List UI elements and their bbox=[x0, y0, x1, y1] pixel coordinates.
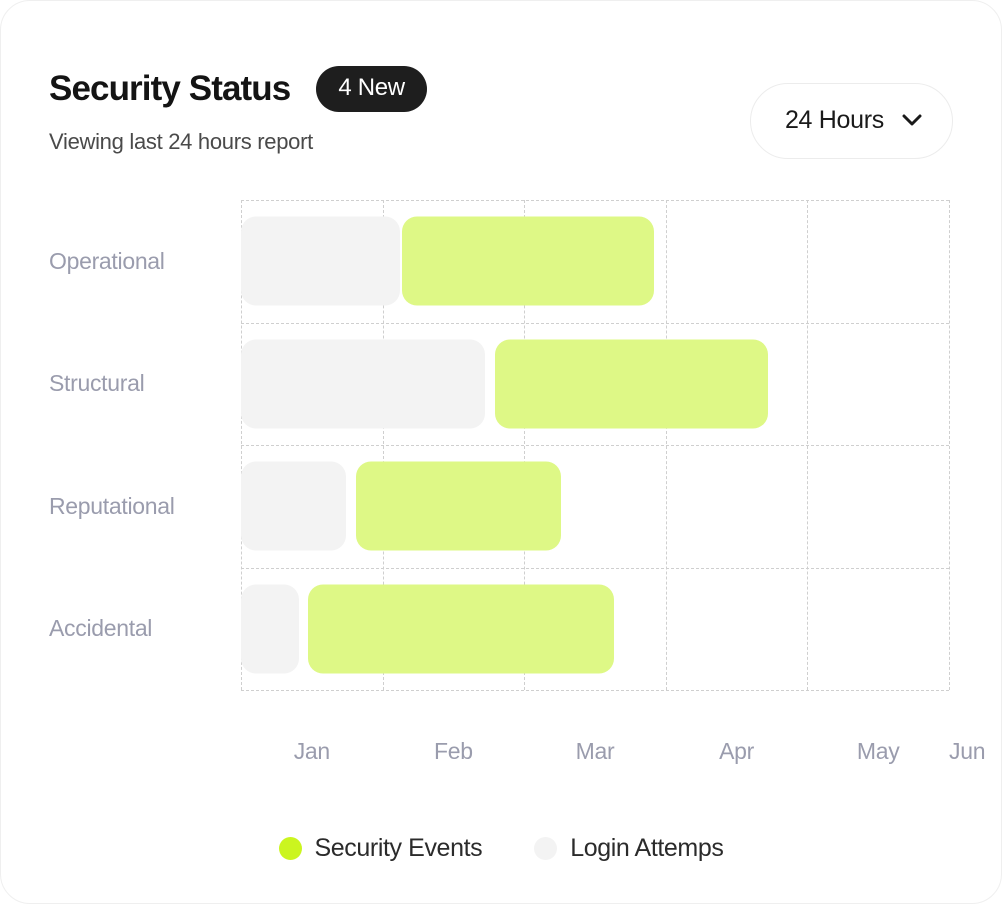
bar-login-attempts[interactable] bbox=[241, 461, 346, 551]
chart-bars bbox=[241, 200, 949, 690]
x-axis-label-jun: Jun bbox=[949, 738, 986, 764]
x-axis-label-jan: Jan bbox=[293, 738, 330, 764]
bar-row-reputational bbox=[241, 445, 949, 568]
new-count-badge: 4 New bbox=[316, 66, 427, 112]
y-axis-label-accidental: Accidental bbox=[49, 615, 153, 642]
bar-row-accidental bbox=[241, 568, 949, 691]
bar-login-attempts[interactable] bbox=[241, 584, 299, 674]
chevron-down-icon bbox=[902, 114, 922, 126]
time-range-dropdown[interactable]: 24 Hours bbox=[749, 83, 953, 159]
legend-item-security-events[interactable]: Security Events bbox=[278, 833, 483, 863]
bar-security-events[interactable] bbox=[355, 461, 561, 551]
legend-label: Security Events bbox=[314, 834, 483, 862]
bar-row-structural bbox=[241, 323, 949, 446]
bar-security-events[interactable] bbox=[494, 339, 769, 429]
bar-row-operational bbox=[241, 200, 949, 323]
gridline-vertical bbox=[949, 200, 950, 690]
x-axis-label-mar: Mar bbox=[575, 738, 615, 764]
gridline-horizontal bbox=[241, 690, 949, 691]
y-axis-label-operational: Operational bbox=[49, 247, 165, 274]
page-title: Security Status bbox=[49, 69, 291, 108]
x-axis-label-apr: Apr bbox=[719, 738, 755, 764]
time-range-value: 24 Hours bbox=[784, 106, 884, 134]
bar-login-attempts[interactable] bbox=[241, 216, 401, 306]
y-axis-labels: Operational Structural Reputational Acci… bbox=[49, 200, 239, 690]
card-header: Security Status 4 New Viewing last 24 ho… bbox=[49, 63, 953, 173]
legend-item-login-attempts[interactable]: Login Attemps bbox=[534, 833, 724, 863]
legend-label: Login Attemps bbox=[570, 834, 724, 862]
bar-security-events[interactable] bbox=[308, 584, 614, 674]
security-status-card: Security Status 4 New Viewing last 24 ho… bbox=[0, 0, 1002, 904]
x-axis-label-may: May bbox=[856, 738, 900, 764]
y-axis-label-reputational: Reputational bbox=[49, 492, 175, 519]
bar-security-events[interactable] bbox=[401, 216, 654, 306]
y-axis-label-structural: Structural bbox=[49, 370, 145, 397]
bar-login-attempts[interactable] bbox=[241, 339, 486, 429]
chart-legend: Security Events Login Attemps bbox=[1, 833, 1001, 863]
x-axis-labels: Jan Feb Mar Apr May Jun bbox=[241, 736, 986, 776]
legend-dot-icon bbox=[534, 836, 558, 860]
legend-dot-icon bbox=[278, 836, 302, 860]
x-axis-label-feb: Feb bbox=[434, 738, 473, 764]
